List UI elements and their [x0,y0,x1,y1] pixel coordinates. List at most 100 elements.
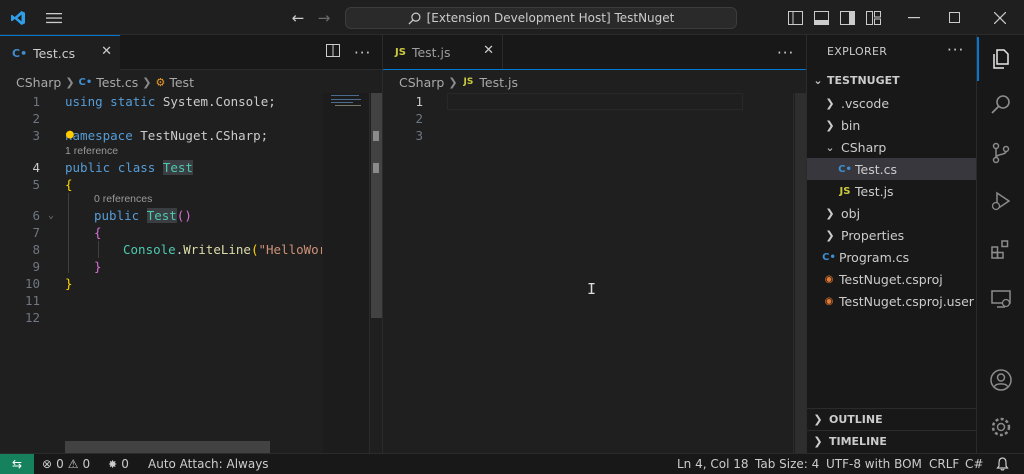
customize-layout-icon[interactable] [864,0,882,35]
minimize-icon[interactable] [900,0,928,35]
code-token: TestNuget.CSharp; [140,128,269,143]
line-number: 9 [32,259,40,274]
code-token: using [65,94,103,109]
tab-label: Test.js [411,45,451,60]
chevron-right-icon: ❯ [825,96,835,110]
tree-item-csproj[interactable]: ◉ TestNuget.csproj [807,268,977,290]
extensions-icon[interactable] [977,227,1024,271]
breadcrumb-item[interactable]: Test [169,75,194,90]
more-actions-icon[interactable]: ··· [947,41,964,59]
code-editor[interactable]: 1 2 3 [383,93,793,453]
chevron-right-icon: ❯ [825,118,835,132]
source-control-icon[interactable] [977,131,1024,175]
lightbulb-icon[interactable]: ● [66,127,74,142]
eol-label: CRLF [929,457,960,471]
tree-item-bin[interactable]: ❯ bin [807,114,977,136]
left-tab-bar: C• Test.cs ✕ ··· [0,35,382,70]
horizontal-scrollbar[interactable] [65,441,270,453]
problems-indicator[interactable]: ⊗ 0 ⚠ 0 [42,454,90,474]
chevron-right-icon: ❯ [825,206,835,220]
command-center-search[interactable]: [Extension Development Host] TestNuget [345,7,737,29]
search-icon[interactable] [977,83,1024,127]
chevron-right-icon: ❯ [65,75,75,89]
breadcrumb-item[interactable]: CSharp [16,75,61,90]
tree-item-csharp-folder[interactable]: ⌄ CSharp [807,136,977,158]
gear-icon[interactable] [977,405,1024,449]
forward-arrow-icon[interactable]: → [314,0,334,35]
close-window-icon[interactable] [986,0,1014,35]
tree-item-label: Test.js [855,183,894,199]
line-number: 2 [415,111,423,126]
breadcrumb: CSharp ❯ C• Test.cs ❯ ⚙ Test [0,71,382,93]
menu-icon[interactable] [40,0,68,35]
toggle-primary-sidebar-icon[interactable] [786,0,804,35]
remote-icon: ⇆ [11,457,23,471]
timeline-section[interactable]: ❯ TIMELINE [807,430,977,452]
outline-section[interactable]: ❯ OUTLINE [807,408,977,430]
toggle-secondary-sidebar-icon[interactable] [838,0,856,35]
explorer-files-icon[interactable] [977,37,1024,81]
more-actions-icon[interactable]: ··· [354,44,371,62]
ports-indicator[interactable]: ✸ 0 [108,454,129,474]
toggle-panel-icon[interactable] [812,0,830,35]
code-token: namespace [65,128,133,143]
close-icon[interactable]: ✕ [483,43,494,58]
remote-explorer-icon[interactable] [977,277,1024,321]
code-token: } [94,259,102,274]
codelens-references[interactable]: 1 reference [65,145,118,157]
code-token: Test [146,208,177,223]
fold-chevron-icon[interactable]: ⌄ [48,210,54,221]
current-line-highlight [447,93,743,110]
language-label: C# [965,457,984,471]
ports-count: 0 [121,457,129,471]
tree-item-properties[interactable]: ❯ Properties [807,224,977,246]
codelens-references[interactable]: 0 references [94,193,152,205]
breadcrumb-item[interactable]: Test.js [479,75,518,90]
tree-item-test-js[interactable]: JS Test.js [807,180,977,202]
chevron-right-icon: ❯ [813,413,823,426]
tab-test-js[interactable]: JS Test.js ✕ [383,35,503,70]
warning-icon: ⚠ [67,457,79,471]
tree-item-test-cs[interactable]: C• Test.cs [807,158,977,180]
breadcrumb-item[interactable]: CSharp [399,75,444,90]
line-number: 1 [415,94,423,109]
search-icon [408,12,421,25]
back-arrow-icon[interactable]: ← [288,0,308,35]
code-editor[interactable]: 1 using static System.Console; 2 3 names… [0,93,322,473]
language-mode[interactable]: C# [965,454,983,474]
explorer-header: EXPLORER [827,45,888,58]
vertical-scrollbar[interactable] [793,93,807,453]
breadcrumb: CSharp ❯ JS Test.js [383,71,806,93]
vertical-scrollbar[interactable] [369,93,383,453]
eol-indicator[interactable]: CRLF [929,454,959,474]
tab-size-indicator[interactable]: Tab Size: 4 [755,454,819,474]
code-token: () [176,208,192,223]
code-token: Test [162,160,193,175]
tree-item-program-cs[interactable]: C• Program.cs [807,246,977,268]
breadcrumb-item[interactable]: Test.cs [96,75,138,90]
remote-indicator[interactable]: ⇆ [0,454,34,474]
code-token: System.Console; [162,94,276,109]
maximize-icon[interactable] [940,0,968,35]
indent-guide [98,241,99,258]
tree-item-obj[interactable]: ❯ obj [807,202,977,224]
tree-item-csproj-user[interactable]: ◉ TestNuget.csproj.user [807,290,977,312]
cursor-position[interactable]: Ln 4, Col 18 [677,454,749,474]
accounts-icon[interactable] [977,358,1024,402]
explorer-root-folder[interactable]: ⌄ TESTNUGET [807,69,977,91]
explorer-sidebar: EXPLORER ··· ⌄ TESTNUGET ❯ .vscode ❯ bin… [806,35,977,453]
split-editor-icon[interactable] [326,44,340,61]
tree-item-label: TestNuget.csproj.user [839,293,974,309]
tab-test-cs[interactable]: C• Test.cs ✕ [0,35,120,70]
right-tab-bar: JS Test.js ✕ ··· [383,35,806,70]
more-actions-icon[interactable]: ··· [777,44,794,62]
close-icon[interactable]: ✕ [101,44,112,59]
auto-attach-indicator[interactable]: Auto Attach: Always [148,454,269,474]
notifications-bell-icon[interactable] [996,454,1009,474]
encoding-indicator[interactable]: UTF-8 with BOM [826,454,922,474]
line-number: 2 [32,111,40,126]
timeline-label: TIMELINE [829,435,887,448]
tree-item-vscode[interactable]: ❯ .vscode [807,92,977,114]
minimap[interactable] [323,93,369,453]
run-debug-icon[interactable] [977,179,1024,223]
